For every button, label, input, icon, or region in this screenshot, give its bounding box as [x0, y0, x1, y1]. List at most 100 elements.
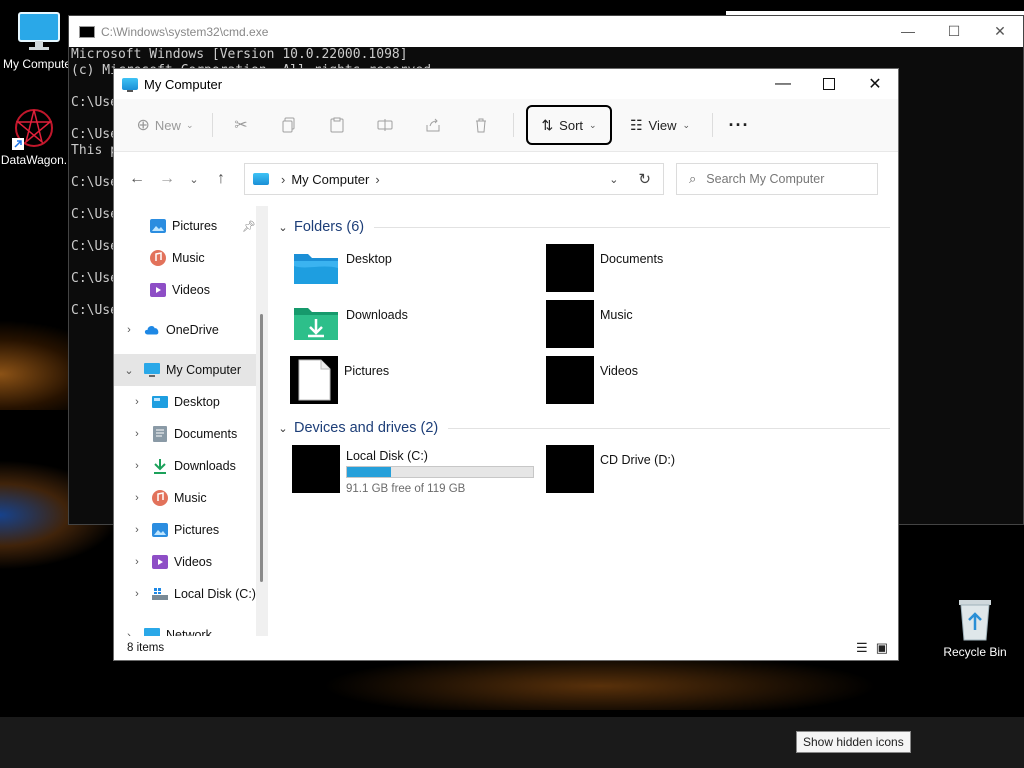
sidebar-item-my-computer[interactable]: ⌄ My Computer — [114, 354, 260, 386]
cut-button[interactable]: ✂ — [219, 105, 263, 145]
address-dropdown-icon[interactable]: ⌄ — [609, 173, 618, 186]
chevron-right-icon[interactable]: › — [130, 556, 144, 568]
rename-button[interactable] — [363, 105, 407, 145]
cloud-icon — [144, 323, 160, 337]
sidebar-item-local-disk[interactable]: › Local Disk (C:) — [114, 578, 264, 610]
sidebar-item-label: Network — [166, 628, 212, 636]
scrollbar-thumb[interactable] — [260, 314, 263, 582]
chevron-right-icon[interactable]: › — [130, 588, 144, 600]
file-list[interactable]: ⌄ Folders (6) Desktop Documents Download… — [276, 206, 896, 636]
trash-icon — [476, 118, 486, 133]
pictures-thumbnail — [290, 356, 338, 404]
navigation-pane[interactable]: Pictures 📌︎ Music Videos › OneDrive ⌄ My… — [114, 206, 264, 636]
up-button[interactable]: ↑ — [206, 170, 236, 188]
sort-button[interactable]: ⇅ Sort ⌄ — [526, 105, 612, 145]
large-icons-view-icon[interactable]: ▣ — [876, 640, 888, 656]
cmd-title-bar[interactable]: C:\Windows\system32\cmd.exe — ☐ ✕ — [69, 16, 1023, 47]
chevron-right-icon[interactable]: › — [130, 460, 144, 472]
search-icon: ⌕ — [689, 171, 697, 186]
folders-section-header[interactable]: ⌄ Folders (6) — [276, 214, 896, 240]
refresh-icon[interactable]: ↻ — [638, 170, 651, 188]
minimize-icon[interactable]: — — [885, 23, 931, 40]
drive-tile-local-disk[interactable]: Local Disk (C:) 91.1 GB free of 119 GB — [276, 445, 534, 497]
folder-tile-pictures[interactable]: Pictures — [276, 356, 530, 412]
desktop-icon-recycle-bin[interactable]: Recycle Bin — [936, 596, 1014, 659]
view-button[interactable]: ☷ View ⌄ — [618, 105, 702, 145]
sidebar-item-pictures-quick[interactable]: Pictures 📌︎ — [114, 210, 264, 242]
back-button[interactable]: ← — [122, 170, 152, 188]
folder-tile-music[interactable]: Music — [530, 300, 784, 356]
chevron-down-icon[interactable]: ⌄ — [276, 422, 290, 435]
close-icon[interactable]: ✕ — [977, 23, 1023, 40]
paste-button[interactable] — [315, 105, 359, 145]
sidebar-item-network[interactable]: › Network — [114, 618, 264, 636]
chevron-down-icon[interactable]: ⌄ — [276, 221, 290, 234]
sort-arrows-icon: ⇅ — [541, 116, 554, 133]
folder-name: Music — [600, 308, 633, 322]
documents-thumbnail — [546, 244, 594, 292]
search-placeholder: Search My Computer — [706, 172, 825, 186]
arrow-left-icon: ← — [129, 170, 145, 187]
download-icon — [152, 459, 168, 474]
recent-locations-button[interactable]: ⌄ — [182, 173, 206, 186]
chevron-down-icon[interactable]: ⌄ — [122, 364, 136, 377]
navigation-pane-scrollbar[interactable] — [256, 206, 268, 636]
share-button[interactable] — [411, 105, 455, 145]
sidebar-item-music[interactable]: › Music — [114, 482, 264, 514]
explorer-title-bar[interactable]: My Computer — ✕ — [114, 69, 898, 99]
cmd-icon — [79, 25, 95, 38]
chevron-right-icon[interactable]: › — [130, 396, 144, 408]
chevron-right-icon[interactable]: › — [130, 524, 144, 536]
local-disk-thumbnail — [292, 445, 340, 493]
sort-label: Sort — [559, 117, 584, 133]
breadcrumb-my-computer[interactable]: My Computer — [291, 172, 369, 187]
sidebar-item-onedrive[interactable]: › OneDrive — [114, 314, 264, 346]
sidebar-item-label: Pictures — [172, 219, 218, 233]
chevron-right-icon[interactable]: › — [130, 428, 144, 440]
maximize-button[interactable] — [806, 69, 852, 99]
scissors-icon: ✂ — [234, 117, 248, 134]
sidebar-item-downloads[interactable]: › Downloads — [114, 450, 264, 482]
address-bar[interactable]: › My Computer › ⌄ ↻ — [244, 163, 664, 195]
chevron-right-icon[interactable]: › — [130, 492, 144, 504]
drive-tile-cd-drive[interactable]: CD Drive (D:) — [530, 445, 784, 497]
plus-circle-icon: ⊕ — [136, 117, 150, 134]
desktop-folder-icon — [292, 244, 340, 292]
desktop-icon-datawagon[interactable]: DataWagon. — [0, 106, 68, 167]
details-view-icon[interactable]: ☰ — [856, 640, 868, 656]
drive-usage-bar — [346, 466, 534, 478]
pin-icon[interactable]: 📌︎ — [242, 220, 256, 233]
maximize-icon[interactable]: ☐ — [931, 23, 977, 40]
forward-button[interactable]: → — [152, 170, 182, 188]
sidebar-item-desktop[interactable]: › Desktop — [114, 386, 264, 418]
sidebar-item-videos[interactable]: › Videos — [114, 546, 264, 578]
folder-tile-downloads[interactable]: Downloads — [276, 300, 530, 356]
command-bar: ⊕ New ⌄ ✂ ⇅ Sort ⌄ ☷ View ⌄ ··· — [114, 99, 898, 152]
chevron-right-icon[interactable]: › — [375, 172, 379, 187]
sidebar-item-music-quick[interactable]: Music — [114, 242, 264, 274]
desktop-icon-label: DataWagon. — [0, 153, 68, 167]
share-icon — [426, 118, 440, 132]
search-box[interactable]: ⌕ Search My Computer — [676, 163, 878, 195]
desktop-icon-my-computer[interactable]: My Computer — [0, 10, 78, 71]
sidebar-item-documents[interactable]: › Documents — [114, 418, 264, 450]
delete-button[interactable] — [459, 105, 503, 145]
folder-tile-desktop[interactable]: Desktop — [276, 244, 530, 300]
music-icon — [150, 250, 166, 266]
more-options-button[interactable]: ··· — [719, 105, 759, 145]
sidebar-item-videos-quick[interactable]: Videos — [114, 274, 264, 306]
drives-section-header[interactable]: ⌄ Devices and drives (2) — [276, 415, 896, 441]
copy-button[interactable] — [267, 105, 311, 145]
status-bar: 8 items ☰ ▣ — [114, 636, 898, 660]
new-button[interactable]: ⊕ New ⌄ — [128, 105, 202, 145]
cd-drive-thumbnail — [546, 445, 594, 493]
minimize-button[interactable]: — — [760, 69, 806, 99]
sidebar-item-pictures[interactable]: › Pictures — [114, 514, 264, 546]
close-button[interactable]: ✕ — [852, 69, 898, 99]
folder-tile-documents[interactable]: Documents — [530, 244, 784, 300]
folder-tile-videos[interactable]: Videos — [530, 356, 784, 412]
chevron-down-icon: ⌄ — [185, 119, 194, 130]
pictures-icon — [150, 219, 166, 233]
chevron-right-icon[interactable]: › — [122, 324, 136, 336]
explorer-window[interactable]: My Computer — ✕ ⊕ New ⌄ ✂ ⇅ Sort ⌄ ☷ Vie… — [114, 69, 898, 660]
